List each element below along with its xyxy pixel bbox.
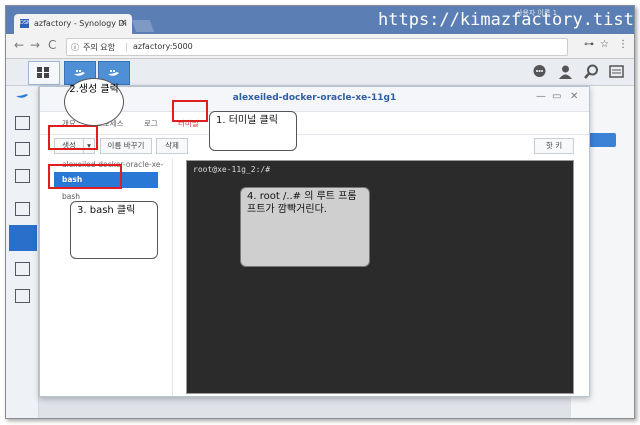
back-icon[interactable]: ← bbox=[14, 38, 24, 52]
highlight-terminal-tab bbox=[172, 100, 208, 122]
browser-tab-title: azfactory - Synology Di bbox=[34, 19, 127, 28]
browser-tab[interactable]: DSM azfactory - Synology Di × bbox=[14, 14, 132, 34]
chat-icon[interactable] bbox=[532, 64, 547, 79]
dsm-favicon-icon: DSM bbox=[20, 19, 32, 28]
close-icon[interactable]: ✕ bbox=[570, 91, 578, 102]
session-item[interactable]: bash bbox=[62, 192, 80, 201]
terminal-toolbar: 생성 ▾ 이름 바꾸기 삭제 핫 키 bbox=[40, 134, 589, 158]
highlight-bash-item bbox=[48, 164, 122, 189]
network-icon[interactable] bbox=[15, 262, 30, 276]
url-divider: | bbox=[125, 42, 128, 51]
window-tabs: 개요 프로세스 로그 터미널 bbox=[40, 112, 589, 135]
url-text: azfactory:5000 bbox=[133, 42, 193, 51]
annotation-step1: 1. 터미널 클릭 bbox=[209, 111, 297, 151]
delete-button[interactable]: 삭제 bbox=[156, 138, 188, 154]
forward-icon[interactable]: → bbox=[30, 38, 40, 52]
key-icon[interactable]: ⊶ bbox=[584, 39, 594, 50]
user-icon[interactable] bbox=[558, 64, 573, 79]
docker-whale-icon bbox=[74, 70, 85, 76]
image-icon[interactable] bbox=[15, 169, 30, 183]
security-label: 주의 요함 bbox=[83, 43, 115, 52]
terminal-prompt: root@xe-11g_2:/# bbox=[193, 165, 271, 174]
annotation-step3: 3. bash 클릭 bbox=[70, 201, 158, 259]
star-icon[interactable]: ☆ bbox=[600, 39, 609, 50]
terminal-session-list: alexeiled-docker-oracle-xe- bash bash bbox=[40, 158, 173, 396]
docker-logo-icon bbox=[16, 94, 28, 98]
rename-button[interactable]: 이름 바꾸기 bbox=[100, 138, 152, 154]
container-nav-icon[interactable] bbox=[15, 202, 30, 216]
container-nav-selected-icon[interactable] bbox=[9, 225, 37, 251]
shortcut-button[interactable]: 핫 키 bbox=[534, 138, 574, 154]
main-menu-button[interactable] bbox=[28, 61, 60, 85]
security-icon[interactable]: ⓘ bbox=[71, 42, 79, 53]
overview-icon[interactable] bbox=[15, 116, 30, 130]
docker-nav-strip bbox=[6, 86, 39, 418]
tab-close-icon[interactable]: × bbox=[119, 18, 127, 28]
docker-whale-icon bbox=[108, 70, 119, 76]
grid-icon bbox=[37, 67, 49, 78]
url-input[interactable]: ⓘ 주의 요함 | azfactory:5000 bbox=[66, 38, 568, 56]
highlight-create-button bbox=[48, 125, 98, 150]
new-tab-button[interactable] bbox=[131, 20, 155, 32]
minimize-icon[interactable]: — bbox=[536, 91, 546, 102]
reload-icon[interactable]: C bbox=[48, 38, 56, 52]
annotation-step4: 4. root /..# 의 루트 프롬프트가 깜빡거린다. bbox=[240, 187, 370, 267]
maximize-icon[interactable]: ▭ bbox=[552, 91, 561, 102]
annotation-step2: 2.생성 클릭 bbox=[64, 78, 124, 126]
widgets-icon[interactable] bbox=[609, 64, 624, 79]
blog-watermark: https://kimazfactory.tistory.com bbox=[378, 10, 634, 30]
address-bar-row: ← → C ⓘ 주의 요함 | azfactory:5000 ⊶ ☆ ⋮ bbox=[6, 34, 634, 59]
log-icon[interactable] bbox=[15, 289, 30, 303]
tab-log[interactable]: 로그 bbox=[144, 118, 158, 129]
registry-icon[interactable] bbox=[15, 142, 30, 156]
search-icon[interactable] bbox=[584, 64, 599, 79]
screenshot-frame: DSM azfactory - Synology Di × 사용자 이름 1 ←… bbox=[5, 5, 635, 419]
menu-icon[interactable]: ⋮ bbox=[618, 39, 628, 50]
